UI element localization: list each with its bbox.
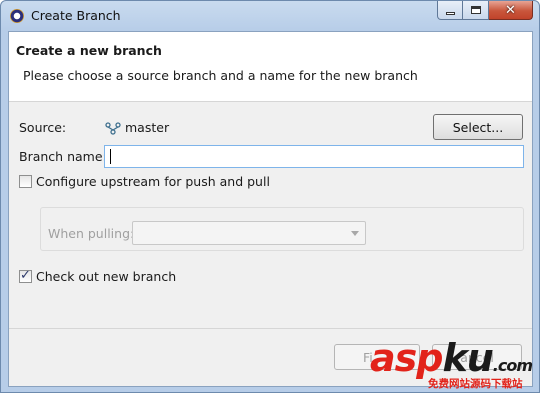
dialog-window: Create Branch ✕ Create a new branch Plea… [0, 0, 540, 393]
chevron-down-icon [351, 231, 359, 236]
branch-icon [105, 122, 121, 135]
dialog-body: Create a new branch Please choose a sour… [8, 31, 533, 387]
maximize-icon [470, 6, 481, 14]
when-pulling-label: When pulling: [48, 226, 135, 241]
banner-title: Create a new branch [16, 43, 162, 58]
source-label: Source: [19, 120, 67, 135]
maximize-button[interactable] [463, 1, 489, 20]
title-bar[interactable]: Create Branch ✕ [1, 1, 539, 31]
window-title: Create Branch [31, 8, 121, 23]
caption-buttons: ✕ [437, 1, 533, 21]
banner-message: Please choose a source branch and a name… [23, 68, 418, 83]
text-caret [110, 149, 111, 164]
branch-name-input[interactable] [104, 145, 524, 168]
upstream-group: When pulling: [40, 207, 524, 251]
checkout-label[interactable]: Check out new branch [36, 269, 176, 284]
aspku-watermark: aspku.com 免费网站源码下载站 [364, 336, 540, 393]
watermark-subtitle: 免费网站源码下载站 [428, 378, 523, 390]
wizard-banner: Create a new branch Please choose a sour… [9, 32, 532, 102]
configure-upstream-label[interactable]: Configure upstream for push and pull [36, 174, 270, 189]
branch-name-label: Branch name: [19, 149, 107, 164]
close-icon: ✕ [505, 2, 516, 18]
watermark-logo: aspku.com [370, 336, 533, 380]
select-button[interactable]: Select... [433, 114, 523, 140]
eclipse-icon [10, 9, 24, 23]
when-pulling-select[interactable] [132, 221, 366, 245]
checkout-checkbox[interactable] [19, 268, 32, 283]
source-value: master [125, 120, 170, 135]
footer-divider [9, 328, 532, 329]
close-button[interactable]: ✕ [489, 1, 533, 20]
minimize-icon [445, 12, 455, 15]
minimize-button[interactable] [437, 1, 463, 20]
configure-upstream-checkbox[interactable] [19, 175, 32, 188]
